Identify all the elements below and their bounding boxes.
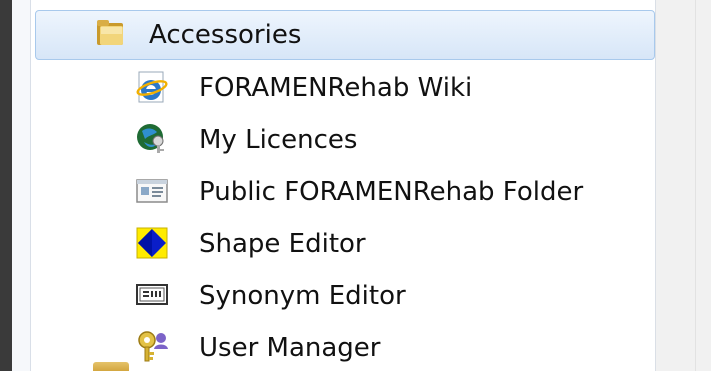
menu-item-label: Synonym Editor	[199, 281, 406, 311]
menu-item-label: FORAMENRehab Wiki	[199, 73, 473, 103]
start-menu-program-list: Accessories FORAMENRehab Wiki My Licence…	[31, 0, 655, 371]
left-pane-strip	[12, 0, 31, 371]
menu-item-label: User Manager	[199, 333, 381, 363]
window-folder-icon	[135, 174, 169, 208]
syn-box-icon	[135, 278, 169, 312]
menu-item-synonym-editor[interactable]: Synonym Editor	[31, 269, 655, 321]
menu-item-shape-editor[interactable]: Shape Editor	[31, 217, 655, 269]
partial-folder-icon	[93, 362, 129, 371]
folder-row-accessories[interactable]: Accessories	[35, 10, 655, 60]
globe-key-icon	[135, 121, 169, 155]
menu-item-public-foramenrehab-folder[interactable]: Public FORAMENRehab Folder	[31, 165, 655, 217]
folder-icon	[94, 15, 128, 49]
shape-diamond-icon	[135, 226, 169, 260]
menu-item-label: Public FORAMENRehab Folder	[199, 177, 584, 207]
scrollbar-track-line	[695, 0, 696, 371]
key-user-icon	[135, 329, 169, 363]
menu-item-foramenrehab-wiki[interactable]: FORAMENRehab Wiki	[31, 61, 655, 113]
internet-explorer-icon	[135, 70, 169, 104]
menu-item-label: My Licences	[199, 125, 358, 155]
menu-item-label: Shape Editor	[199, 229, 366, 259]
menu-item-my-licences[interactable]: My Licences	[31, 113, 655, 165]
right-pane-strip	[656, 0, 711, 371]
folder-label: Accessories	[149, 20, 302, 50]
left-window-edge	[0, 0, 12, 371]
